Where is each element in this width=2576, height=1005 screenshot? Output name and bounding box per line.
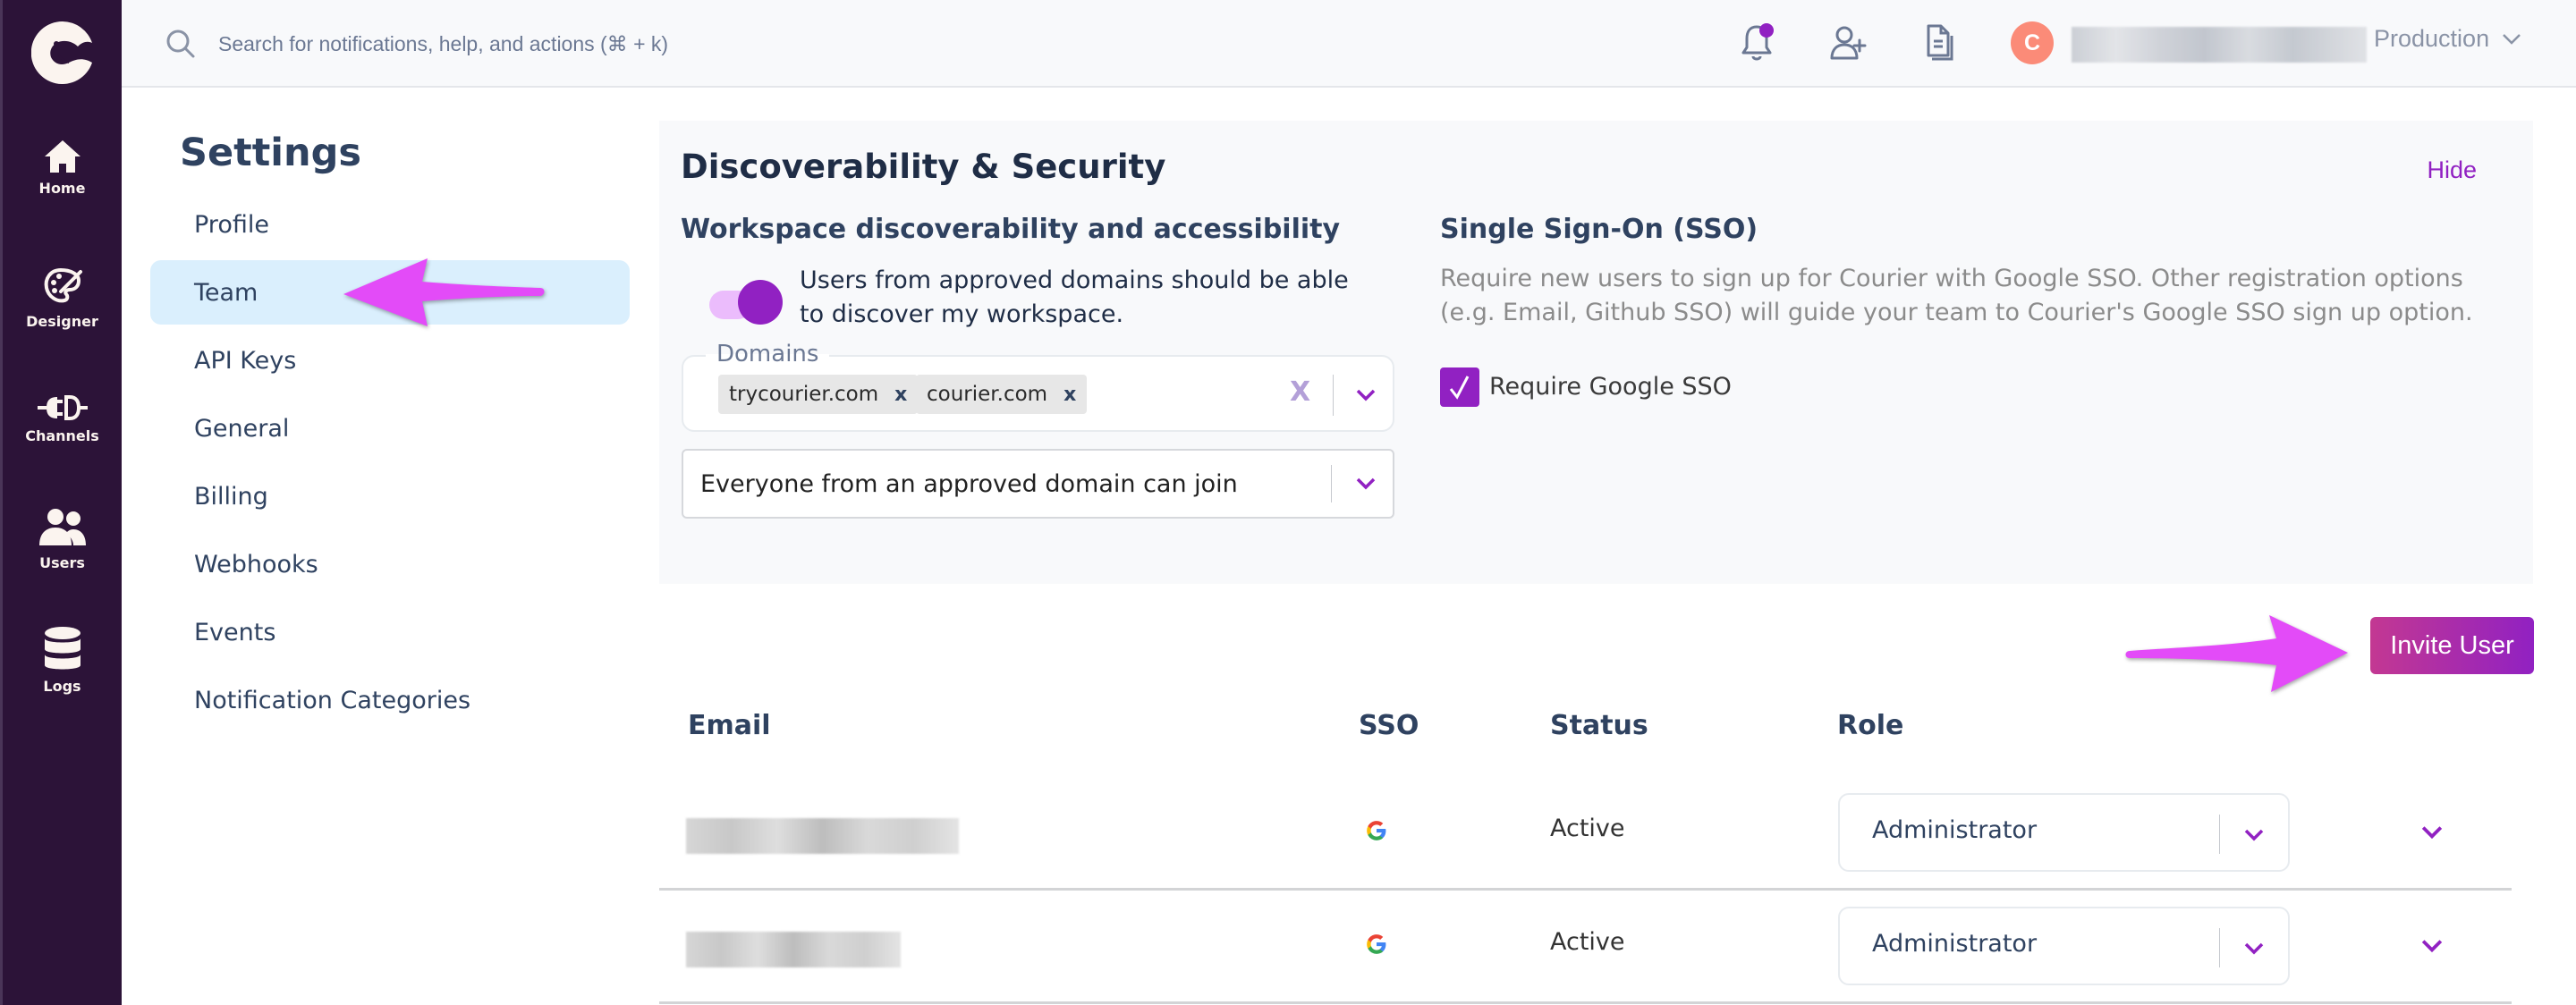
table-row: Active Administrator [659,777,2512,891]
discoverability-security-panel: Discoverability & Security Hide Workspac… [659,121,2533,584]
workspace-discoverability-title: Workspace discoverability and accessibil… [681,214,1341,245]
require-google-sso-checkbox[interactable] [1440,367,1479,407]
column-header-role: Role [1837,710,1904,741]
column-header-email[interactable]: Email [688,710,771,741]
checkmark-icon [1449,376,1470,400]
environment-selector[interactable]: Production [2374,25,2521,53]
chevron-down-icon [1356,477,1376,490]
clear-domains-icon[interactable]: X [1290,376,1310,408]
toggle-label: Users from approved domains should be ab… [800,266,1349,328]
redacted-email [686,818,959,854]
search-icon [166,30,195,58]
role-select[interactable]: Administrator [1838,907,2290,985]
settings-nav-webhooks[interactable]: Webhooks [150,532,630,596]
sidebar-item-designer[interactable]: Designer [3,265,122,330]
column-header-sso: SSO [1359,710,1419,741]
panel-title: Discoverability & Security [681,148,1166,186]
docs-button[interactable] [1918,21,1961,64]
domain-chip-label: courier.com [927,383,1048,406]
main-sidebar: Home Designer Channels Users Logs [0,0,122,1005]
hide-link[interactable]: Hide [2427,156,2477,184]
role-value: Administrator [1872,930,2038,958]
plug-icon [37,395,88,420]
user-status: Active [1550,928,1625,956]
invite-user-header-button[interactable] [1826,21,1869,64]
domains-label: Domains [706,341,830,367]
notification-badge [1759,23,1774,38]
domains-multiselect[interactable]: Domains trycourier.com x courier.com x X [682,341,1394,432]
redacted-account-name [2072,27,2367,63]
chevron-down-icon[interactable] [1356,389,1376,401]
sso-title: Single Sign-On (SSO) [1440,214,1758,245]
settings-nav-events[interactable]: Events [150,600,630,664]
invite-user-button[interactable]: Invite User [2370,617,2534,674]
discoverability-toggle[interactable] [709,280,783,330]
sidebar-item-label: Users [39,554,85,571]
sidebar-item-logs[interactable]: Logs [3,626,122,695]
remove-domain-icon[interactable]: x [1063,384,1076,406]
join-policy-value: Everyone from an approved domain can joi… [700,470,1238,498]
sidebar-item-label: Channels [25,427,99,444]
chevron-down-icon [2503,33,2521,45]
document-icon [1927,24,1953,61]
table-row: Active Administrator [659,891,2512,1004]
user-plus-icon [1830,26,1867,60]
top-header: C Production [122,0,2576,88]
expand-row-chevron-icon[interactable] [2421,825,2443,840]
user-status: Active [1550,815,1625,842]
settings-nav-billing[interactable]: Billing [150,464,630,528]
domain-chip-label: trycourier.com [729,383,879,406]
database-icon [44,627,80,670]
palette-icon [44,267,82,303]
redacted-email [686,932,901,967]
sidebar-item-home[interactable]: Home [3,139,122,197]
remove-domain-icon[interactable]: x [894,384,907,406]
settings-nav-api-keys[interactable]: API Keys [150,328,630,393]
courier-logo[interactable] [30,21,94,84]
courier-bird-logo-icon [30,21,93,84]
settings-title: Settings [180,131,361,175]
domain-chip: trycourier.com x [718,375,919,414]
join-policy-select[interactable]: Everyone from an approved domain can joi… [682,449,1394,519]
sidebar-item-channels[interactable]: Channels [3,393,122,444]
chevron-down-icon [2244,829,2264,841]
user-avatar[interactable]: C [2011,21,2054,64]
domain-chip: courier.com x [916,375,1088,414]
sidebar-item-users[interactable]: Users [3,506,122,571]
chevron-down-icon [2244,942,2264,955]
sso-description: Require new users to sign up for Courier… [1440,265,2473,326]
users-icon [38,509,86,545]
notifications-button[interactable] [1735,21,1778,64]
sidebar-item-label: Designer [26,313,98,330]
role-value: Administrator [1872,816,2038,844]
google-icon [1367,821,1386,840]
select-divider [1331,465,1332,502]
annotation-arrow-right [2125,615,2348,692]
select-divider [1333,375,1334,416]
require-google-sso-label: Require Google SSO [1489,373,1732,401]
settings-nav-general[interactable]: General [150,396,630,460]
home-icon [44,140,80,173]
environment-label: Production [2374,25,2490,52]
column-header-status: Status [1550,710,1648,741]
select-divider [2219,928,2220,967]
sidebar-item-label: Logs [43,678,81,695]
select-divider [2219,815,2220,854]
expand-row-chevron-icon[interactable] [2421,939,2443,953]
sidebar-item-label: Home [38,180,86,197]
settings-nav-notification-categories[interactable]: Notification Categories [150,668,630,732]
settings-nav-profile[interactable]: Profile [150,192,630,257]
toggle-knob [738,280,783,325]
role-select[interactable]: Administrator [1838,793,2290,872]
global-search-input[interactable] [218,27,1023,61]
annotation-arrow-left [343,258,545,326]
google-icon [1367,934,1386,954]
